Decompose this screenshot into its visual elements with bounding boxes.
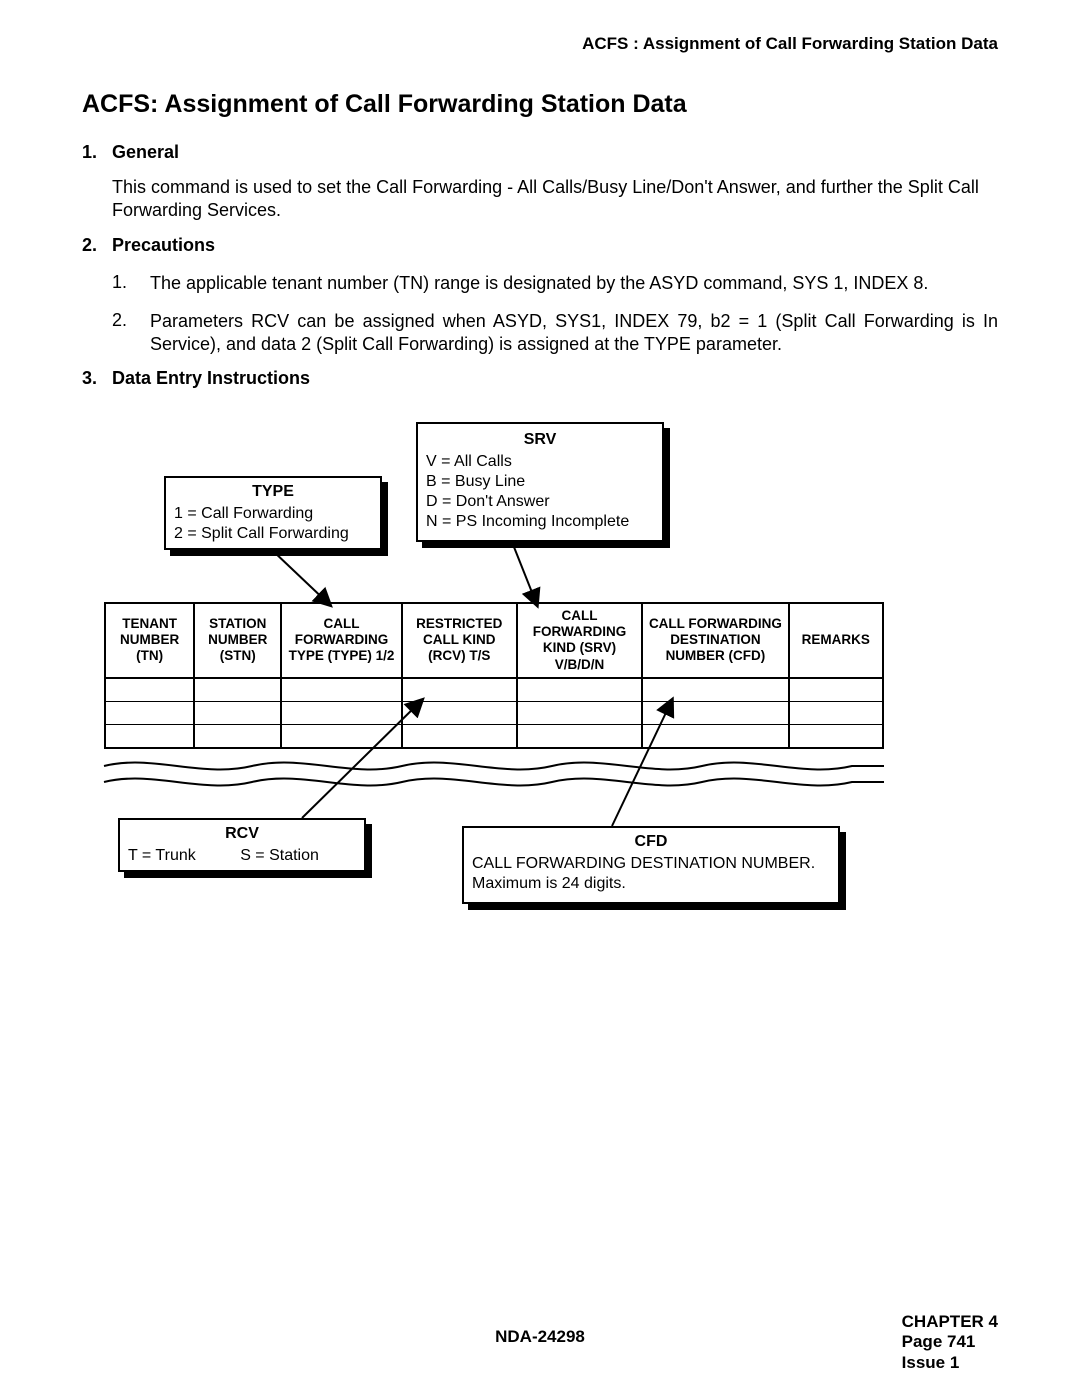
- footer-issue: Issue 1: [902, 1353, 998, 1373]
- type-line-2: 2 = Split Call Forwarding: [174, 524, 372, 544]
- footer-page: Page 741: [902, 1332, 998, 1352]
- srv-line-4: N = PS Incoming Incomplete: [426, 512, 654, 532]
- rcv-callout-title: RCV: [128, 824, 356, 844]
- rcv-line-1: T = Trunk S = Station: [128, 846, 356, 866]
- data-entry-diagram: SRV V = All Calls B = Busy Line D = Don'…: [82, 410, 998, 970]
- section-2-label: Precautions: [112, 235, 215, 256]
- table-header-row: TENANT NUMBER (TN) STATION NUMBER (STN) …: [105, 603, 883, 678]
- th-remarks: REMARKS: [789, 603, 883, 678]
- srv-line-2: B = Busy Line: [426, 472, 654, 492]
- parameter-table: TENANT NUMBER (TN) STATION NUMBER (STN) …: [104, 602, 884, 749]
- th-rcv: RESTRICTED CALL KIND (RCV) T/S: [402, 603, 517, 678]
- cfd-callout: CFD CALL FORWARDING DESTINATION NUMBER. …: [462, 826, 840, 904]
- section-3-label: Data Entry Instructions: [112, 368, 310, 389]
- precaution-2-num: 2.: [112, 310, 127, 331]
- th-tn: TENANT NUMBER (TN): [105, 603, 194, 678]
- srv-callout: SRV V = All Calls B = Busy Line D = Don'…: [416, 422, 664, 542]
- section-2-num: 2.: [82, 235, 97, 256]
- cfd-line-1: CALL FORWARDING DESTINATION NUMBER.: [472, 854, 830, 874]
- page: ACFS : Assignment of Call Forwarding Sta…: [0, 0, 1080, 1397]
- rcv-callout: RCV T = Trunk S = Station: [118, 818, 366, 872]
- th-type: CALL FORWARDING TYPE (TYPE) 1/2: [281, 603, 401, 678]
- th-stn: STATION NUMBER (STN): [194, 603, 281, 678]
- torn-edge-2: [102, 768, 886, 798]
- section-1-num: 1.: [82, 142, 97, 163]
- section-1-body: This command is used to set the Call For…: [112, 176, 998, 221]
- table-row: [105, 724, 883, 748]
- th-cfd: CALL FORWARDING DESTINATION NUMBER (CFD): [642, 603, 788, 678]
- running-head: ACFS : Assignment of Call Forwarding Sta…: [582, 34, 998, 54]
- footer-right: CHAPTER 4 Page 741 Issue 1: [902, 1312, 998, 1373]
- th-srv: CALL FORWARDING KIND (SRV) V/B/D/N: [517, 603, 643, 678]
- table-row: [105, 701, 883, 724]
- cfd-callout-title: CFD: [472, 832, 830, 852]
- footer-chapter: CHAPTER 4: [902, 1312, 998, 1332]
- table-row: [105, 678, 883, 702]
- srv-line-1: V = All Calls: [426, 452, 654, 472]
- cfd-line-2: Maximum is 24 digits.: [472, 874, 830, 894]
- srv-callout-title: SRV: [426, 430, 654, 450]
- type-callout: TYPE 1 = Call Forwarding 2 = Split Call …: [164, 476, 382, 550]
- precaution-1-num: 1.: [112, 272, 127, 293]
- section-3-num: 3.: [82, 368, 97, 389]
- page-title: ACFS: Assignment of Call Forwarding Stat…: [82, 90, 687, 119]
- section-1-label: General: [112, 142, 179, 163]
- precaution-1-text: The applicable tenant number (TN) range …: [150, 272, 998, 295]
- type-callout-title: TYPE: [174, 482, 372, 502]
- precaution-2-text: Parameters RCV can be assigned when ASYD…: [150, 310, 998, 355]
- srv-line-3: D = Don't Answer: [426, 492, 654, 512]
- type-line-1: 1 = Call Forwarding: [174, 504, 372, 524]
